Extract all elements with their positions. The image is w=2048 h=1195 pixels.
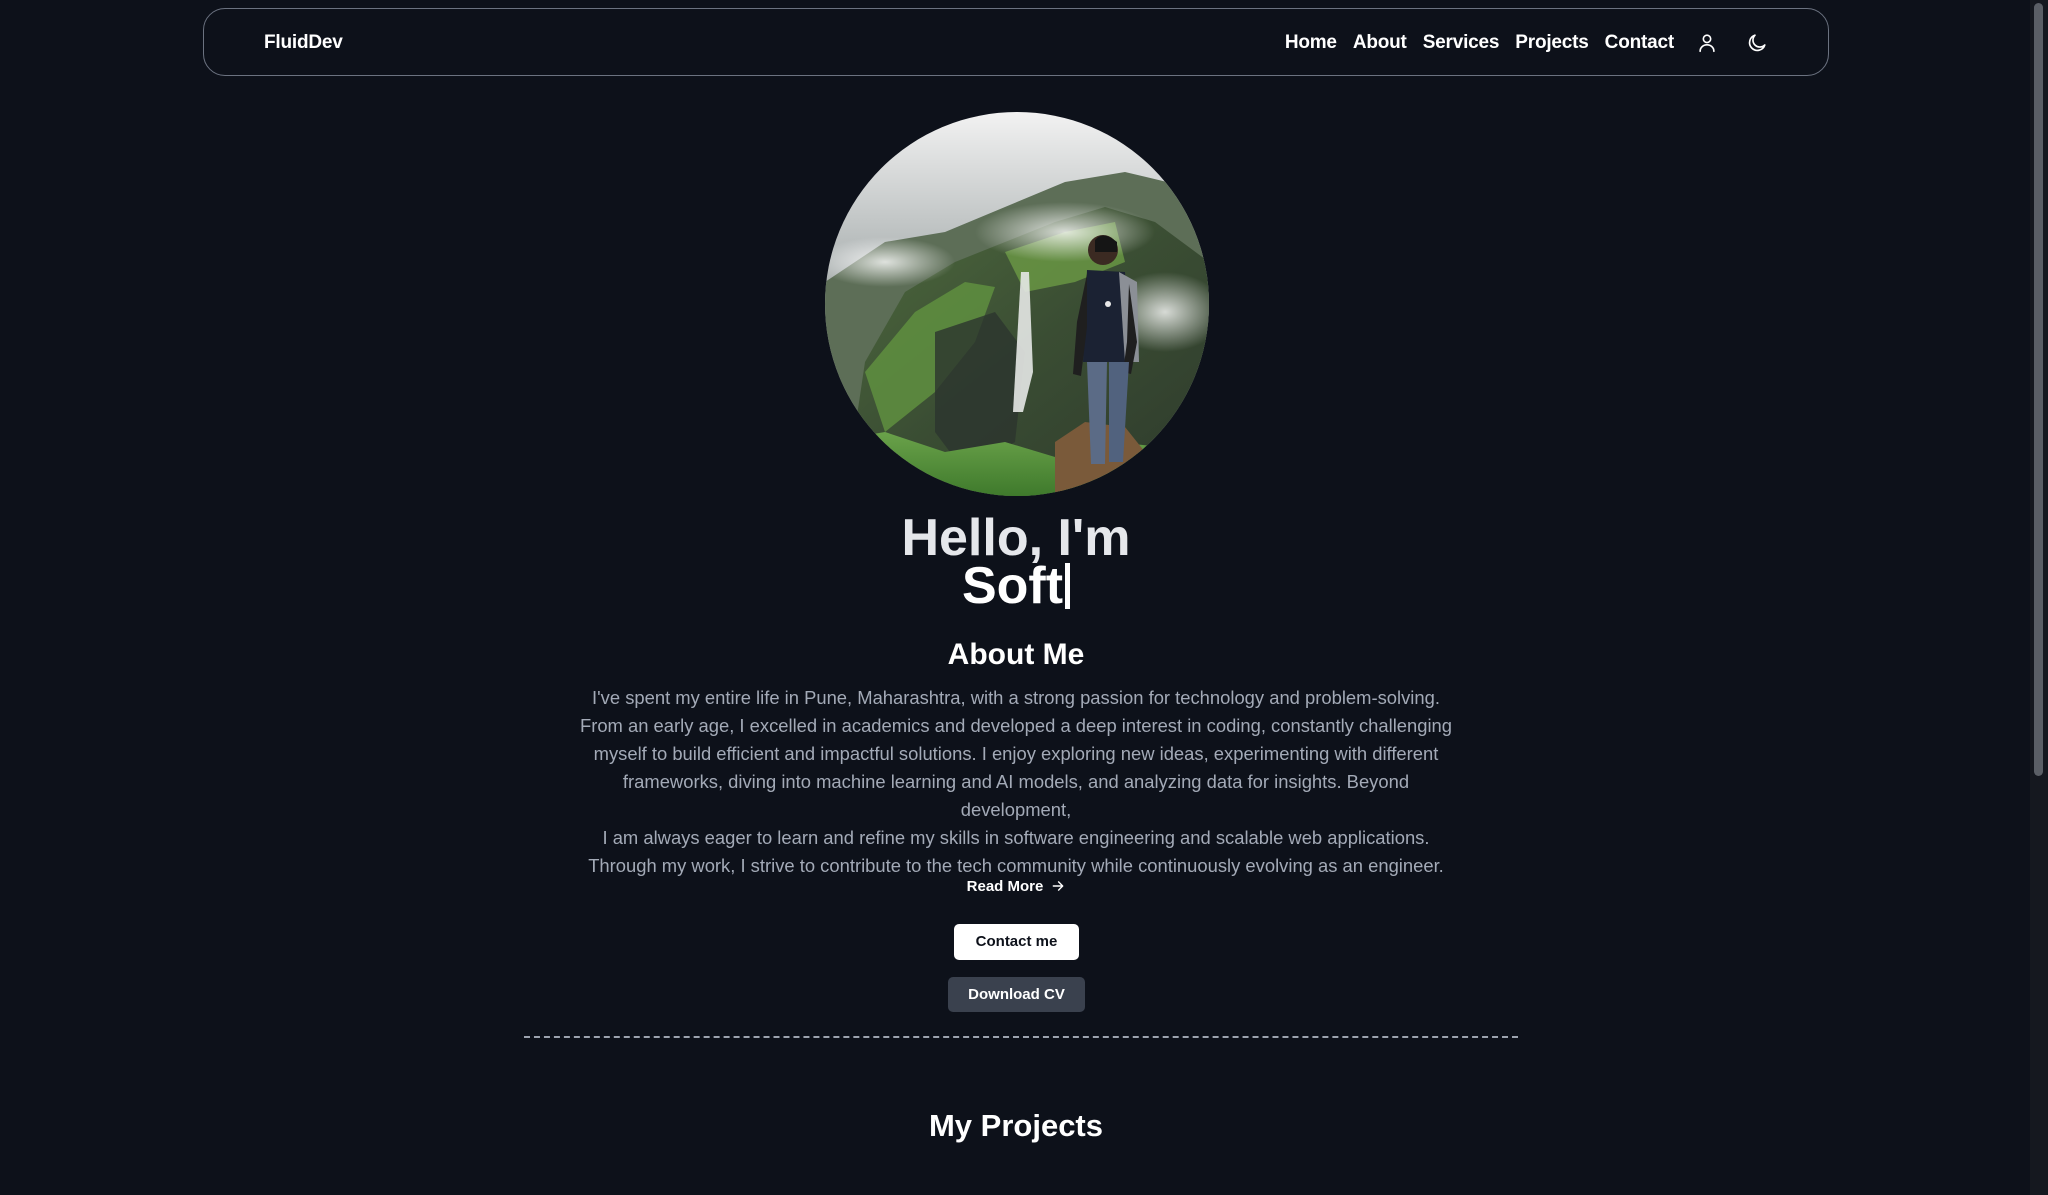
page: FluidDev Home About Services Projects Co… [0,0,2048,1195]
arrow-right-icon [1051,879,1065,897]
nav-link-contact[interactable]: Contact [1605,32,1675,54]
about-line: From an early age, I excelled in academi… [579,715,1453,736]
about-line: myself to build efficient and impactful … [593,743,1439,764]
hero-typed-text: Soft [961,557,1064,615]
profile-avatar [825,112,1209,496]
nav-link-projects[interactable]: Projects [1515,32,1589,54]
read-more-link[interactable]: Read More [0,878,2032,897]
brand-logo[interactable]: FluidDev [264,9,343,77]
contact-me-button[interactable]: Contact me [954,924,1079,960]
nav-link-services[interactable]: Services [1423,32,1500,54]
about-line: I am always eager to learn and refine my… [602,827,1430,848]
about-line: frameworks, diving into machine learning… [622,771,1410,820]
nav-link-about[interactable]: About [1353,32,1407,54]
profile-photo [825,112,1209,496]
about-heading: About Me [947,638,1085,671]
typing-caret [1065,563,1071,609]
about-paragraph: I've spent my entire life in Pune, Mahar… [570,684,1462,880]
hero-heading: Hello, I'm Soft [0,512,2032,612]
navbar: FluidDev Home About Services Projects Co… [203,8,1829,76]
page-scrollbar[interactable] [2030,0,2048,1195]
scrollbar-thumb[interactable] [2034,3,2043,776]
user-icon[interactable] [1690,26,1724,60]
about-line: Through my work, I strive to contribute … [588,855,1444,876]
download-cv-button[interactable]: Download CV [948,977,1085,1012]
projects-heading: My Projects [928,1108,1103,1143]
section-divider [524,1036,1518,1038]
about-line: I've spent my entire life in Pune, Mahar… [592,687,1440,708]
nav-link-home[interactable]: Home [1285,32,1337,54]
moon-icon[interactable] [1740,26,1774,60]
nav-links: Home About Services Projects Contact [1285,9,1774,77]
read-more-label: Read More [966,878,1044,895]
